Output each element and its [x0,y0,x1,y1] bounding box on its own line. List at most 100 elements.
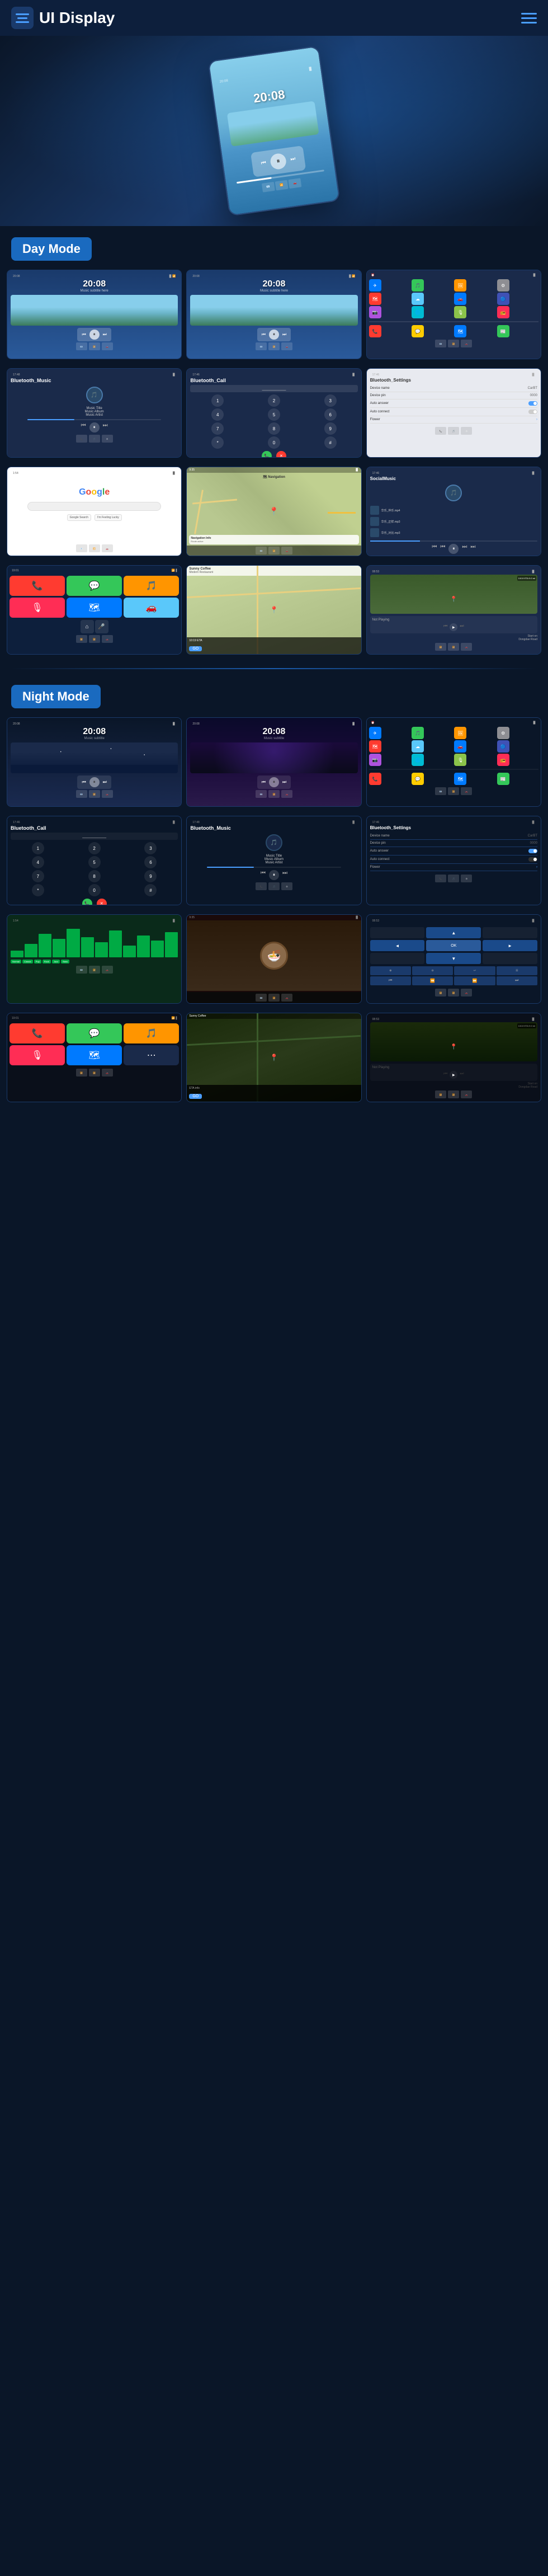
dial-7[interactable]: 7 [211,422,224,435]
cp-maps[interactable]: 🗺 [67,598,122,618]
nav-act-2[interactable]: ⊖ [412,966,453,975]
cp-nav-3[interactable]: 🚗 [102,635,113,643]
night-app-nav-3[interactable]: 🚗 [461,787,472,795]
day-next-1[interactable]: ⏭ [103,332,107,337]
night-nav-2b[interactable]: 📶 [268,790,280,798]
night-np-next[interactable]: ⏭ [460,1071,464,1079]
nav-dot-3c[interactable]: 🚗 [461,340,472,347]
night-play-2[interactable]: ⏸ [269,777,279,787]
eq-preset-1[interactable]: Normal [11,960,21,963]
eq-preset-2[interactable]: Classic [22,960,33,963]
night-app-photos[interactable]: 🖼 [454,727,466,739]
eq-preset-3[interactable]: Pop [34,960,41,963]
night-nav-nav-2[interactable]: 📶 [448,989,459,996]
night-app-nav-1[interactable]: 📧 [435,787,446,795]
app-msg[interactable]: 💬 [412,325,424,337]
map-nav-3[interactable]: 🚗 [281,547,292,554]
app-maps[interactable]: 🗺 [369,293,381,305]
night-app-bt[interactable]: 🔵 [497,740,509,753]
night-np-nav-2[interactable]: 📶 [448,1090,459,1098]
bt-play[interactable]: ⏸ [89,422,100,433]
nav-go-btn[interactable]: GO [189,646,202,651]
night-app-podcast[interactable]: 🎙 [454,754,466,766]
app-music[interactable]: 🎵 [412,279,424,292]
app-weather[interactable]: ☁ [412,293,424,305]
night-next-2[interactable]: ⏭ [282,779,286,785]
flower-arrow[interactable]: › [536,418,537,421]
google-search-btn[interactable]: Google Search [67,514,91,521]
night-dial-hash[interactable]: # [144,884,157,896]
nav-media-3[interactable]: ⏩ [454,976,495,985]
night-dial-3[interactable]: 3 [144,842,157,854]
night-bt-nav-1[interactable]: 📞 [256,882,267,890]
cp-messages[interactable]: 💬 [67,576,122,596]
nav-signal-2[interactable]: 📶 [268,342,280,350]
bt-next[interactable]: ⏭ [103,422,108,433]
night-nav-1c[interactable]: 🚗 [102,790,113,798]
app-browser[interactable]: 🌐 [412,306,424,318]
night-nav-nav-3[interactable]: 🚗 [461,989,472,996]
night-cp-nav-2[interactable]: 📶 [89,1069,100,1077]
nav-ok-btn[interactable]: OK [426,940,481,951]
app-radio[interactable]: 📻 [497,306,509,318]
night-app-news[interactable]: 📰 [497,773,509,785]
night-set-nav-1[interactable]: 📞 [435,875,446,882]
night-cp-phone[interactable]: 📞 [10,1023,65,1043]
nav-auto-2[interactable]: 🚗 [281,342,292,350]
night-dial-8[interactable]: 8 [88,870,101,882]
google-nav-3[interactable]: 🚗 [102,544,113,552]
endcall-btn[interactable]: ✕ [276,451,286,458]
cp-podcast[interactable]: 🎙 [10,598,65,618]
np-next[interactable]: ⏭ [460,623,464,631]
night-nav-2c[interactable]: 🚗 [281,790,292,798]
nav-act-4[interactable]: ☰ [497,966,537,975]
night-app-car[interactable]: 🚗 [454,740,466,753]
night-app-camera[interactable]: 📷 [369,754,381,766]
app-photos[interactable]: 🖼 [454,279,466,292]
night-bt-next[interactable]: ⏭ [282,870,287,880]
dial-0[interactable]: 0 [268,436,280,449]
app-vrcarcar[interactable]: 🚗 [454,293,466,305]
np-nav-3[interactable]: 🚗 [461,643,472,651]
night-set-nav-3[interactable]: ⚙ [461,875,472,882]
night-app-weather[interactable]: ☁ [412,740,424,753]
night-app-msg[interactable]: 💬 [412,773,424,785]
app-settings[interactable]: ⚙ [497,279,509,292]
dial-hash[interactable]: # [324,436,337,449]
nav-signal-1[interactable]: 📶 [89,342,100,350]
set-nav-3[interactable]: ⚙ [461,427,472,435]
map-nav-1[interactable]: 📧 [256,547,267,554]
app-podcast[interactable]: 🎙 [454,306,466,318]
bt-nav-2[interactable]: 🎵 [89,435,100,443]
social-prev2[interactable]: ⏮ [440,544,445,554]
nav-email-1[interactable]: 📧 [76,342,87,350]
night-app-telegram[interactable]: ✈ [369,727,381,739]
dial-6[interactable]: 6 [324,408,337,421]
night-np-nav-3[interactable]: 🚗 [461,1090,472,1098]
night-bt-nav-3[interactable]: ⚙ [281,882,292,890]
social-next2[interactable]: ⏭ [470,544,475,554]
social-play[interactable]: ⏸ [448,544,459,554]
night-flower-arrow[interactable]: › [536,866,537,869]
night-set-nav-2[interactable]: 🎵 [448,875,459,882]
call-btn[interactable]: 📞 [262,451,272,458]
dial-2[interactable]: 2 [268,394,280,407]
set-nav-1[interactable]: 📞 [435,427,446,435]
night-photo-nav-2[interactable]: 📶 [268,994,280,1002]
night-np-play[interactable]: ▶ [450,1071,457,1079]
dial-1[interactable]: 1 [211,394,224,407]
night-bt-nav-2[interactable]: 🎵 [268,882,280,890]
nav-media-1[interactable]: ⏮ [370,976,411,985]
nav-auto-1[interactable]: 🚗 [102,342,113,350]
dial-5[interactable]: 5 [268,408,280,421]
night-dial-0[interactable]: 0 [88,884,101,896]
set-nav-2[interactable]: 🎵 [448,427,459,435]
nav-up-btn[interactable]: ▲ [426,927,481,938]
day-prev-2[interactable]: ⏮ [262,332,266,337]
night-app-nav-2[interactable]: 📶 [448,787,459,795]
bt-nav-1[interactable]: 📞 [76,435,87,443]
nav-dot-3b[interactable]: 📶 [448,340,459,347]
night-photo-nav-3[interactable]: 🚗 [281,994,292,1002]
cp-phone[interactable]: 📞 [10,576,65,596]
social-next[interactable]: ⏭ [462,544,467,554]
